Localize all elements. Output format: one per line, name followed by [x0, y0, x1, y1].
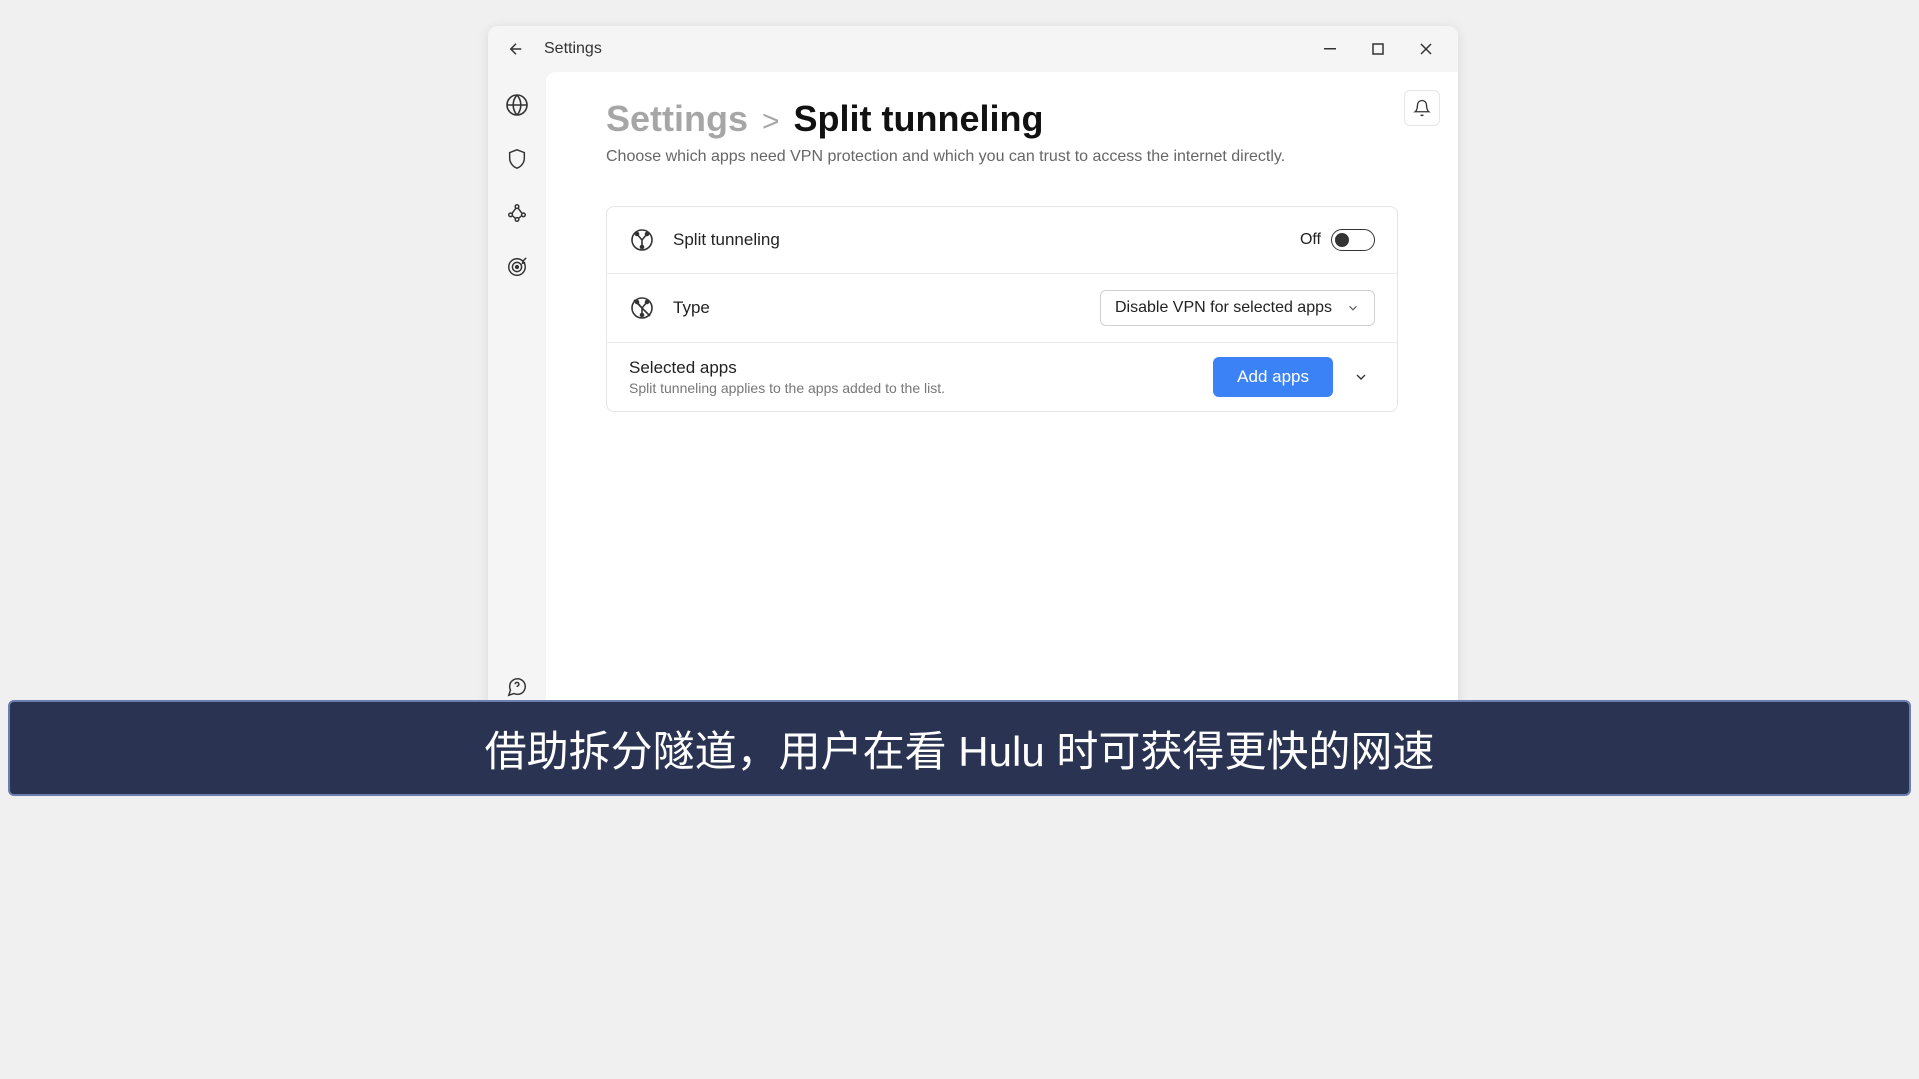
- minimize-button[interactable]: [1306, 29, 1354, 69]
- network-icon: [506, 202, 528, 224]
- target-icon: [506, 256, 528, 278]
- close-button[interactable]: [1402, 29, 1450, 69]
- breadcrumb: Settings > Split tunneling: [606, 98, 1398, 140]
- sidebar-item-network[interactable]: [502, 198, 532, 228]
- selected-apps-row: Selected apps Split tunneling applies to…: [607, 342, 1397, 411]
- split-tunneling-label: Split tunneling: [673, 230, 780, 250]
- type-label: Type: [673, 298, 710, 318]
- toggle-state-text: Off: [1300, 231, 1321, 249]
- type-row: Type Disable VPN for selected apps: [607, 273, 1397, 342]
- sidebar-item-target[interactable]: [502, 252, 532, 282]
- split-tunnel-icon: [630, 228, 654, 252]
- settings-card: Split tunneling Off Type: [606, 206, 1398, 412]
- back-button[interactable]: [496, 29, 536, 69]
- selected-apps-title: Selected apps: [629, 358, 945, 378]
- toggle-knob: [1335, 233, 1349, 247]
- split-tunnel-type-icon: [630, 296, 654, 320]
- split-tunneling-row: Split tunneling Off: [607, 207, 1397, 273]
- type-dropdown[interactable]: Disable VPN for selected apps: [1100, 290, 1375, 326]
- bell-icon: [1413, 99, 1431, 117]
- app-window: Settings: [488, 26, 1458, 716]
- window-title: Settings: [544, 40, 602, 58]
- selected-apps-subtitle: Split tunneling applies to the apps adde…: [629, 380, 945, 396]
- globe-icon: [505, 93, 529, 117]
- chat-help-icon: [506, 676, 528, 698]
- maximize-icon: [1372, 43, 1384, 55]
- chevron-down-icon: [1353, 369, 1369, 385]
- page-subtitle: Choose which apps need VPN protection an…: [606, 148, 1398, 166]
- caption-bar: 借助拆分隧道，用户在看 Hulu 时可获得更快的网速: [8, 700, 1911, 796]
- content-panel: Settings > Split tunneling Choose which …: [546, 72, 1458, 716]
- maximize-button[interactable]: [1354, 29, 1402, 69]
- breadcrumb-current: Split tunneling: [794, 98, 1044, 140]
- arrow-left-icon: [507, 40, 525, 58]
- chevron-down-icon: [1346, 301, 1360, 315]
- close-icon: [1420, 43, 1432, 55]
- expand-apps-chevron[interactable]: [1347, 363, 1375, 391]
- window-controls: [1306, 29, 1450, 69]
- split-tunneling-toggle[interactable]: [1331, 229, 1375, 251]
- minimize-icon: [1324, 43, 1336, 55]
- sidebar-item-globe[interactable]: [502, 90, 532, 120]
- sidebar: [488, 72, 546, 716]
- sidebar-item-shield[interactable]: [502, 144, 532, 174]
- breadcrumb-parent[interactable]: Settings: [606, 98, 748, 140]
- titlebar: Settings: [488, 26, 1458, 72]
- notifications-button[interactable]: [1404, 90, 1440, 126]
- shield-icon: [506, 148, 528, 170]
- breadcrumb-separator: >: [762, 105, 780, 139]
- main-area: Settings > Split tunneling Choose which …: [488, 72, 1458, 716]
- add-apps-button[interactable]: Add apps: [1213, 357, 1333, 397]
- sidebar-item-help[interactable]: [502, 672, 532, 702]
- type-dropdown-value: Disable VPN for selected apps: [1115, 299, 1332, 317]
- caption-text: 借助拆分隧道，用户在看 Hulu 时可获得更快的网速: [485, 718, 1435, 779]
